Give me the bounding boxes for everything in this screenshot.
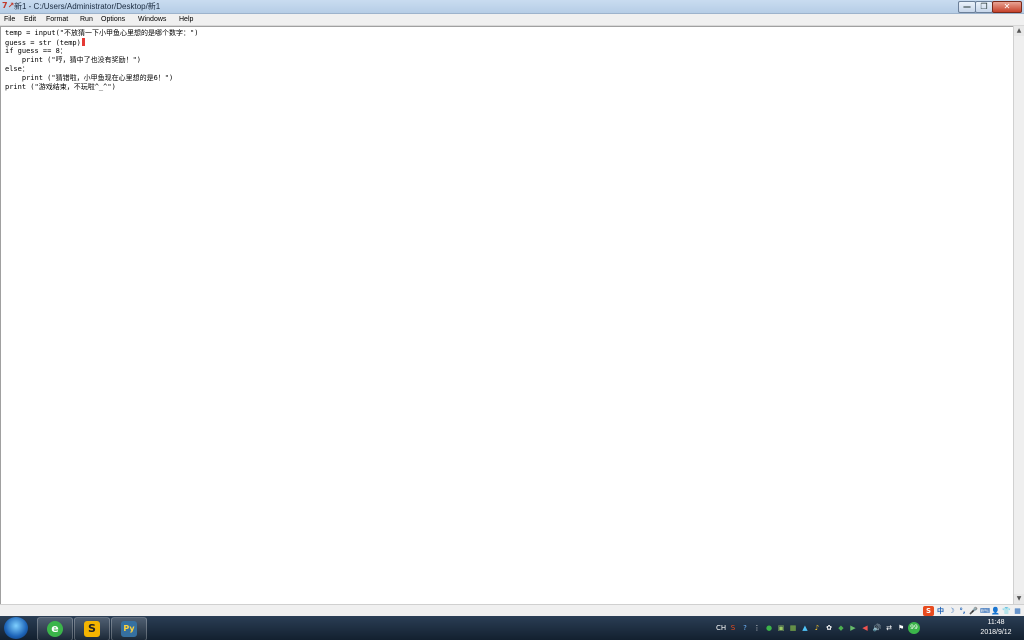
minimize-button[interactable]: — — [958, 1, 976, 13]
tray-dots-icon[interactable]: ⋮ — [752, 623, 762, 633]
code-editor[interactable]: temp = input("不放猜一下小甲鱼心里想的是哪个数字：") guess… — [0, 26, 1013, 604]
app-grid-icon[interactable]: ▦ — [788, 623, 798, 633]
code-text: if guess == 8： — [5, 47, 67, 55]
browser-icon: e — [47, 621, 63, 637]
code-text: print ("游戏结束，不玩啦^_^") — [5, 83, 116, 91]
taskbar-app-360-browser[interactable]: e — [37, 617, 73, 641]
ime-toolbar: S 中 ☽ °, 🎤 ⌨ 👤 👕 ▦ — [923, 606, 1022, 616]
flower-icon[interactable]: ✿ — [824, 623, 834, 633]
menu-options[interactable]: Options — [101, 14, 125, 25]
security-icon[interactable]: ● — [764, 623, 774, 633]
text-cursor — [81, 38, 85, 46]
code-line-3: if guess == 8： — [5, 47, 67, 56]
speed-badge-icon[interactable]: 99 — [908, 622, 920, 634]
play-icon[interactable]: ▶ — [848, 623, 858, 633]
arrow-left-icon[interactable]: ◀ — [860, 623, 870, 633]
ime-grid-icon[interactable]: ▦ — [1013, 606, 1022, 616]
ime-skin-icon[interactable]: 👕 — [1002, 606, 1011, 616]
code-line-6: print ("猜错啦，小甲鱼现在心里想的是6！") — [5, 74, 173, 83]
clock[interactable]: 11:48 2018/9/12 — [972, 618, 1020, 638]
ime-keyboard-icon[interactable]: ⌨ — [980, 606, 990, 616]
ime-user-icon[interactable]: 👤 — [991, 606, 1000, 616]
sublime-icon: S — [84, 621, 100, 637]
sogou-logo-icon[interactable]: S — [923, 606, 934, 616]
close-button[interactable]: ✕ — [992, 1, 1022, 13]
menu-bar: File Edit Format Run Options Windows Hel… — [0, 14, 1024, 26]
python-icon: Py — [121, 621, 137, 637]
network-icon[interactable]: ⇄ — [884, 623, 894, 633]
menu-run[interactable]: Run — [80, 14, 93, 25]
scroll-up-arrow-icon[interactable]: ▲ — [1014, 26, 1024, 36]
code-text: guess = str (temp) — [5, 39, 81, 47]
taskbar: e S Py CH S ? ⋮ ● ▣ ▦ ▲ ♪ ✿ ◆ ▶ ◀ 🔊 ⇄ ⚑ … — [0, 616, 1024, 641]
volume-icon[interactable]: 🔊 — [872, 623, 882, 633]
code-line-4: print ("哼，猜中了也没有奖励！") — [5, 56, 141, 65]
code-text: print ("猜错啦，小甲鱼现在心里想的是6！") — [5, 74, 174, 82]
code-text: temp = input("不放猜一下小甲鱼心里想的是哪个数字：") — [5, 29, 199, 37]
vertical-scrollbar[interactable]: ▲ ▼ — [1013, 26, 1024, 604]
ime-microphone-icon[interactable]: 🎤 — [969, 606, 978, 616]
menu-help[interactable]: Help — [179, 14, 193, 25]
code-text: else： — [5, 65, 29, 73]
sogou-tray-icon[interactable]: S — [728, 623, 738, 633]
code-line-7: print ("游戏结束，不玩啦^_^") — [5, 83, 116, 92]
network-app-icon[interactable]: ▣ — [776, 623, 786, 633]
window-title: 新1 - C:/Users/Administrator/Desktop/新1 — [14, 2, 161, 11]
shield-icon[interactable]: ◆ — [836, 623, 846, 633]
maximize-button[interactable]: ❐ — [975, 1, 993, 13]
title-bar[interactable]: 7↗ 新1 - C:/Users/Administrator/Desktop/新… — [0, 0, 1024, 14]
clock-time: 11:48 — [987, 619, 1005, 626]
scroll-down-arrow-icon[interactable]: ▼ — [1014, 594, 1024, 604]
menu-windows[interactable]: Windows — [138, 14, 166, 25]
ime-punctuation-icon[interactable]: °, — [958, 606, 967, 616]
language-indicator[interactable]: CH — [716, 623, 726, 633]
code-text: print ("哼，猜中了也没有奖励！") — [5, 56, 142, 64]
flag-icon[interactable]: ⚑ — [896, 623, 906, 633]
ime-moon-icon[interactable]: ☽ — [947, 606, 956, 616]
menu-format[interactable]: Format — [46, 14, 68, 25]
menu-edit[interactable]: Edit — [24, 14, 36, 25]
music-icon[interactable]: ♪ — [812, 623, 822, 633]
taskbar-app-sublime[interactable]: S — [74, 617, 110, 641]
code-line-5: else： — [5, 65, 29, 74]
ime-chinese-mode-icon[interactable]: 中 — [936, 606, 945, 616]
menu-file[interactable]: File — [4, 14, 15, 25]
start-button[interactable] — [4, 617, 28, 639]
help-icon[interactable]: ? — [740, 623, 750, 633]
code-line-1: temp = input("不放猜一下小甲鱼心里想的是哪个数字：") — [5, 29, 198, 38]
taskbar-app-python-idle[interactable]: Py — [111, 617, 147, 641]
system-tray: CH S ? ⋮ ● ▣ ▦ ▲ ♪ ✿ ◆ ▶ ◀ 🔊 ⇄ ⚑ 99 — [716, 616, 920, 640]
clock-date: 2018/9/12 — [980, 629, 1012, 636]
triangle-app-icon[interactable]: ▲ — [800, 623, 810, 633]
idle-icon: 7↗ — [2, 1, 15, 10]
